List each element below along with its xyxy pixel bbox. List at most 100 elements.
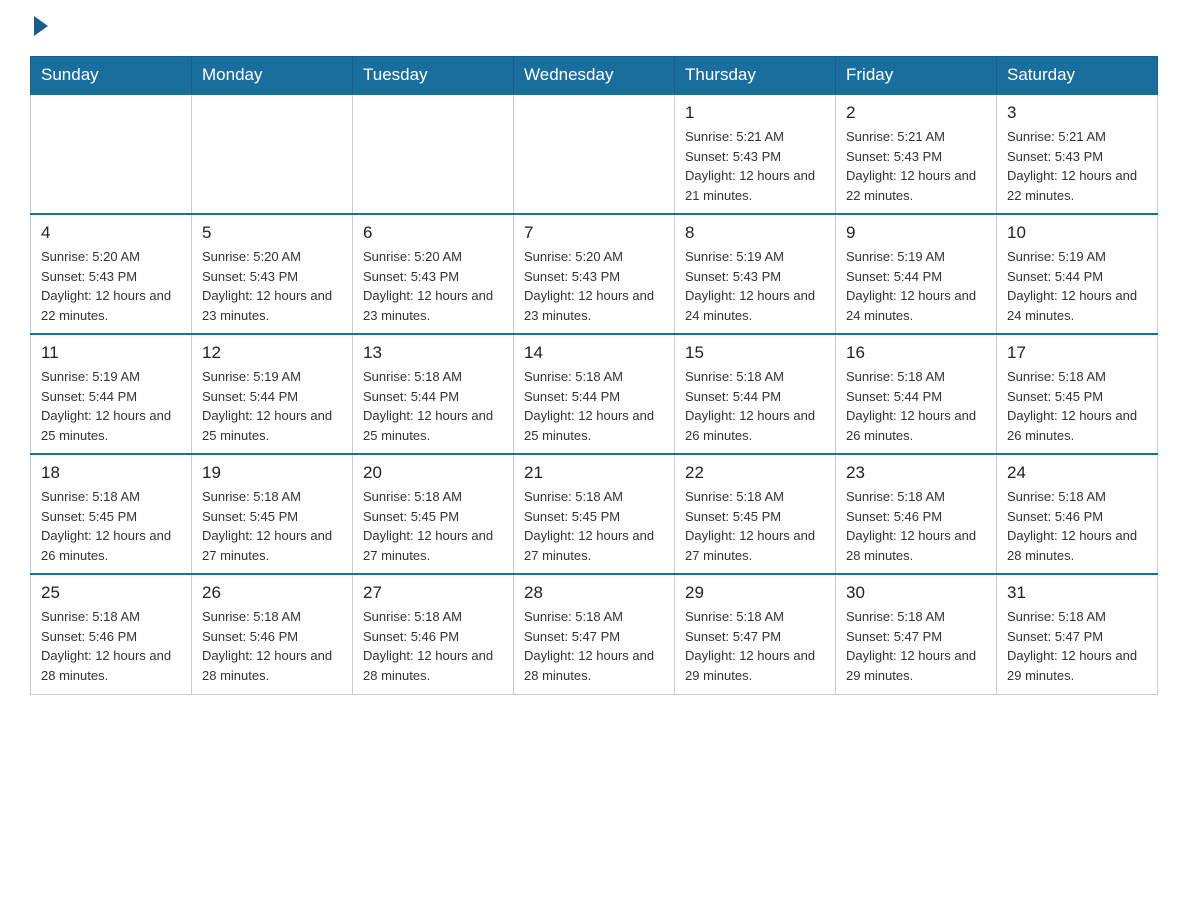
- day-info: Sunrise: 5:18 AM Sunset: 5:45 PM Dayligh…: [524, 487, 664, 565]
- calendar-cell: 17 Sunrise: 5:18 AM Sunset: 5:45 PM Dayli…: [997, 334, 1158, 454]
- day-number: 29: [685, 583, 825, 603]
- day-number: 2: [846, 103, 986, 123]
- calendar-cell: 4 Sunrise: 5:20 AM Sunset: 5:43 PM Daylig…: [31, 214, 192, 334]
- day-number: 3: [1007, 103, 1147, 123]
- day-info: Sunrise: 5:18 AM Sunset: 5:45 PM Dayligh…: [1007, 367, 1147, 445]
- day-info: Sunrise: 5:21 AM Sunset: 5:43 PM Dayligh…: [685, 127, 825, 205]
- day-info: Sunrise: 5:18 AM Sunset: 5:45 PM Dayligh…: [363, 487, 503, 565]
- day-number: 5: [202, 223, 342, 243]
- day-number: 1: [685, 103, 825, 123]
- day-number: 8: [685, 223, 825, 243]
- calendar-cell: 11 Sunrise: 5:19 AM Sunset: 5:44 PM Dayli…: [31, 334, 192, 454]
- week-row-5: 25 Sunrise: 5:18 AM Sunset: 5:46 PM Dayli…: [31, 574, 1158, 694]
- day-number: 23: [846, 463, 986, 483]
- calendar-cell: 2 Sunrise: 5:21 AM Sunset: 5:43 PM Daylig…: [836, 94, 997, 214]
- day-info: Sunrise: 5:18 AM Sunset: 5:46 PM Dayligh…: [363, 607, 503, 685]
- day-number: 25: [41, 583, 181, 603]
- calendar-cell: 13 Sunrise: 5:18 AM Sunset: 5:44 PM Dayli…: [353, 334, 514, 454]
- day-number: 19: [202, 463, 342, 483]
- day-number: 13: [363, 343, 503, 363]
- week-row-1: 1 Sunrise: 5:21 AM Sunset: 5:43 PM Daylig…: [31, 94, 1158, 214]
- calendar-cell: 3Sunrise: 5:21 AM Sunset: 5:43 PM Daylig…: [997, 94, 1158, 214]
- day-number: 22: [685, 463, 825, 483]
- day-number: 17: [1007, 343, 1147, 363]
- column-header-saturday: Saturday: [997, 57, 1158, 95]
- calendar-cell: 27Sunrise: 5:18 AM Sunset: 5:46 PM Dayli…: [353, 574, 514, 694]
- day-number: 16: [846, 343, 986, 363]
- days-header-row: SundayMondayTuesdayWednesdayThursdayFrid…: [31, 57, 1158, 95]
- day-info: Sunrise: 5:19 AM Sunset: 5:44 PM Dayligh…: [202, 367, 342, 445]
- day-number: 18: [41, 463, 181, 483]
- day-number: 11: [41, 343, 181, 363]
- calendar-cell: 6 Sunrise: 5:20 AM Sunset: 5:43 PM Daylig…: [353, 214, 514, 334]
- day-number: 26: [202, 583, 342, 603]
- calendar-cell: 18 Sunrise: 5:18 AM Sunset: 5:45 PM Dayli…: [31, 454, 192, 574]
- calendar-cell: 20 Sunrise: 5:18 AM Sunset: 5:45 PM Dayli…: [353, 454, 514, 574]
- day-number: 7: [524, 223, 664, 243]
- calendar-cell: 16 Sunrise: 5:18 AM Sunset: 5:44 PM Dayli…: [836, 334, 997, 454]
- day-number: 14: [524, 343, 664, 363]
- day-info: Sunrise: 5:18 AM Sunset: 5:46 PM Dayligh…: [846, 487, 986, 565]
- day-info: Sunrise: 5:18 AM Sunset: 5:45 PM Dayligh…: [41, 487, 181, 565]
- calendar-cell: 29 Sunrise: 5:18 AM Sunset: 5:47 PM Dayli…: [675, 574, 836, 694]
- calendar-cell: [31, 94, 192, 214]
- column-header-monday: Monday: [192, 57, 353, 95]
- day-info: Sunrise: 5:20 AM Sunset: 5:43 PM Dayligh…: [524, 247, 664, 325]
- day-info: Sunrise: 5:18 AM Sunset: 5:47 PM Dayligh…: [685, 607, 825, 685]
- day-info: Sunrise: 5:18 AM Sunset: 5:47 PM Dayligh…: [1007, 607, 1147, 685]
- calendar-cell: 25Sunrise: 5:18 AM Sunset: 5:46 PM Dayli…: [31, 574, 192, 694]
- day-info: Sunrise: 5:18 AM Sunset: 5:47 PM Dayligh…: [524, 607, 664, 685]
- column-header-sunday: Sunday: [31, 57, 192, 95]
- day-info: Sunrise: 5:18 AM Sunset: 5:44 PM Dayligh…: [846, 367, 986, 445]
- calendar-cell: 28 Sunrise: 5:18 AM Sunset: 5:47 PM Dayli…: [514, 574, 675, 694]
- calendar-table: SundayMondayTuesdayWednesdayThursdayFrid…: [30, 56, 1158, 695]
- day-number: 12: [202, 343, 342, 363]
- day-info: Sunrise: 5:20 AM Sunset: 5:43 PM Dayligh…: [202, 247, 342, 325]
- column-header-wednesday: Wednesday: [514, 57, 675, 95]
- week-row-4: 18 Sunrise: 5:18 AM Sunset: 5:45 PM Dayli…: [31, 454, 1158, 574]
- column-header-friday: Friday: [836, 57, 997, 95]
- day-info: Sunrise: 5:18 AM Sunset: 5:47 PM Dayligh…: [846, 607, 986, 685]
- calendar-cell: 30 Sunrise: 5:18 AM Sunset: 5:47 PM Dayli…: [836, 574, 997, 694]
- day-info: Sunrise: 5:19 AM Sunset: 5:44 PM Dayligh…: [1007, 247, 1147, 325]
- calendar-cell: 15Sunrise: 5:18 AM Sunset: 5:44 PM Dayli…: [675, 334, 836, 454]
- calendar-cell: 24 Sunrise: 5:18 AM Sunset: 5:46 PM Dayli…: [997, 454, 1158, 574]
- day-number: 31: [1007, 583, 1147, 603]
- day-number: 20: [363, 463, 503, 483]
- day-info: Sunrise: 5:20 AM Sunset: 5:43 PM Dayligh…: [41, 247, 181, 325]
- calendar-cell: 14Sunrise: 5:18 AM Sunset: 5:44 PM Dayli…: [514, 334, 675, 454]
- logo-arrow-icon: [34, 16, 48, 36]
- day-info: Sunrise: 5:20 AM Sunset: 5:43 PM Dayligh…: [363, 247, 503, 325]
- calendar-cell: 31 Sunrise: 5:18 AM Sunset: 5:47 PM Dayli…: [997, 574, 1158, 694]
- calendar-cell: [353, 94, 514, 214]
- calendar-cell: 19Sunrise: 5:18 AM Sunset: 5:45 PM Dayli…: [192, 454, 353, 574]
- calendar-cell: 8Sunrise: 5:19 AM Sunset: 5:43 PM Daylig…: [675, 214, 836, 334]
- calendar-cell: 21Sunrise: 5:18 AM Sunset: 5:45 PM Dayli…: [514, 454, 675, 574]
- day-info: Sunrise: 5:21 AM Sunset: 5:43 PM Dayligh…: [846, 127, 986, 205]
- day-info: Sunrise: 5:18 AM Sunset: 5:45 PM Dayligh…: [685, 487, 825, 565]
- logo: [30, 20, 48, 36]
- calendar-cell: 1 Sunrise: 5:21 AM Sunset: 5:43 PM Daylig…: [675, 94, 836, 214]
- day-number: 9: [846, 223, 986, 243]
- week-row-3: 11 Sunrise: 5:19 AM Sunset: 5:44 PM Dayli…: [31, 334, 1158, 454]
- day-number: 6: [363, 223, 503, 243]
- day-info: Sunrise: 5:18 AM Sunset: 5:44 PM Dayligh…: [685, 367, 825, 445]
- day-number: 28: [524, 583, 664, 603]
- day-info: Sunrise: 5:19 AM Sunset: 5:44 PM Dayligh…: [846, 247, 986, 325]
- calendar-cell: 10 Sunrise: 5:19 AM Sunset: 5:44 PM Dayli…: [997, 214, 1158, 334]
- day-number: 30: [846, 583, 986, 603]
- day-number: 10: [1007, 223, 1147, 243]
- calendar-cell: 26Sunrise: 5:18 AM Sunset: 5:46 PM Dayli…: [192, 574, 353, 694]
- calendar-cell: [192, 94, 353, 214]
- day-info: Sunrise: 5:18 AM Sunset: 5:44 PM Dayligh…: [363, 367, 503, 445]
- week-row-2: 4 Sunrise: 5:20 AM Sunset: 5:43 PM Daylig…: [31, 214, 1158, 334]
- day-info: Sunrise: 5:19 AM Sunset: 5:44 PM Dayligh…: [41, 367, 181, 445]
- page-header: [30, 20, 1158, 36]
- day-number: 24: [1007, 463, 1147, 483]
- calendar-cell: 12 Sunrise: 5:19 AM Sunset: 5:44 PM Dayli…: [192, 334, 353, 454]
- calendar-cell: 9 Sunrise: 5:19 AM Sunset: 5:44 PM Daylig…: [836, 214, 997, 334]
- calendar-cell: 22 Sunrise: 5:18 AM Sunset: 5:45 PM Dayli…: [675, 454, 836, 574]
- day-info: Sunrise: 5:18 AM Sunset: 5:46 PM Dayligh…: [1007, 487, 1147, 565]
- day-number: 4: [41, 223, 181, 243]
- calendar-cell: 7 Sunrise: 5:20 AM Sunset: 5:43 PM Daylig…: [514, 214, 675, 334]
